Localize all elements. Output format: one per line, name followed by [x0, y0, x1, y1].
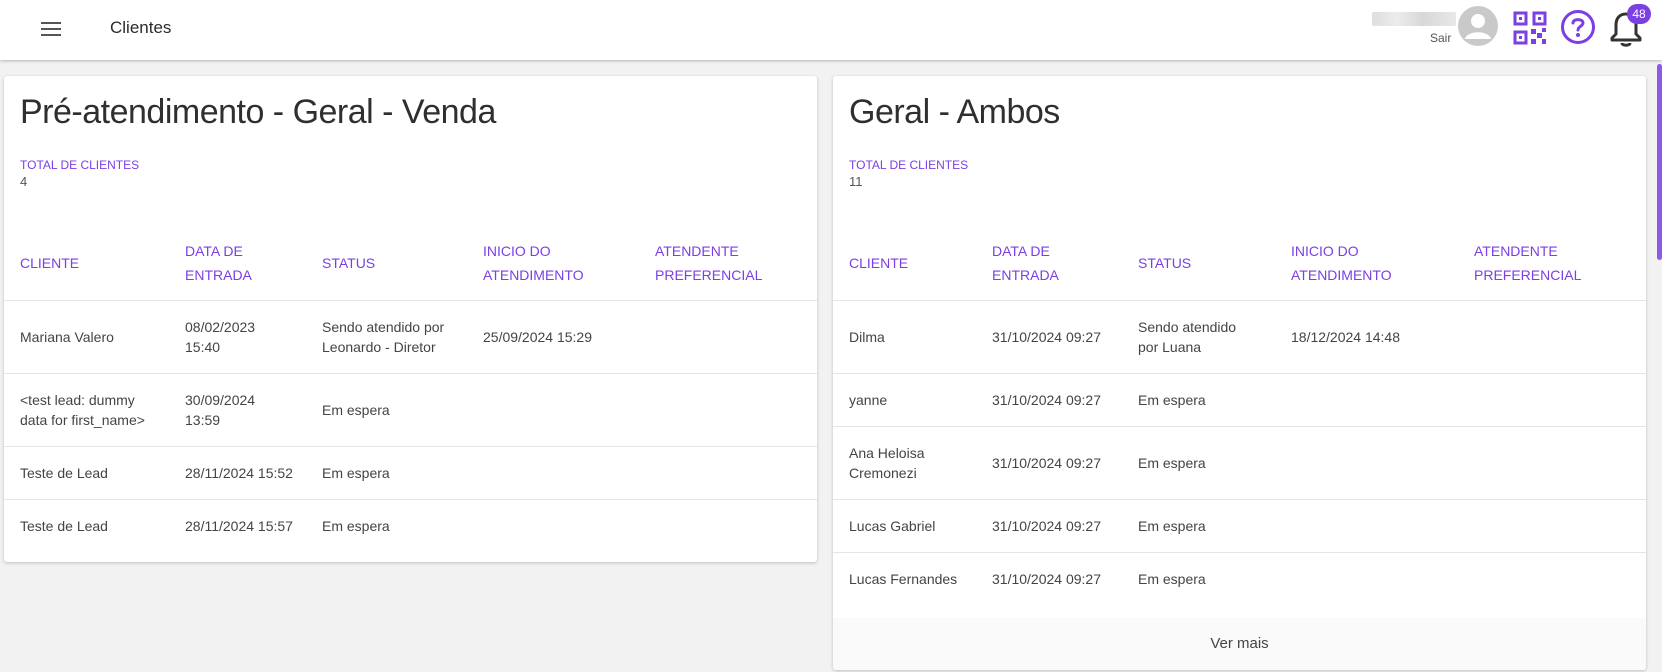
top-bar: Clientes Sair 48: [0, 0, 1662, 60]
cell-atendente: [1474, 373, 1646, 427]
cell-cliente: Ana Heloisa Cremonezi: [833, 426, 992, 500]
cell-text: 08/02/2023 15:40: [185, 318, 256, 355]
cell-atendente: [655, 499, 817, 552]
cell-atendente: [1474, 300, 1646, 374]
cell-data: 31/10/2024 09:27: [992, 570, 1101, 587]
cell-status: Em espera: [322, 517, 390, 534]
cell-status: Sendo atendido por Luana: [1138, 300, 1291, 374]
cell-inicio: [1291, 499, 1474, 553]
cell-inicio: [1291, 552, 1474, 605]
page-scrollbar[interactable]: [1657, 64, 1662, 260]
cell-inicio: [483, 373, 655, 447]
total-clients-value: 4: [20, 174, 28, 189]
see-more-button[interactable]: Ver mais: [833, 618, 1646, 670]
cell-text: <test lead: dummy data for first_name>: [20, 391, 145, 428]
table-row[interactable]: Dilma 31/10/2024 09:27 Sendo atendido po…: [833, 300, 1646, 374]
notification-badge: 48: [1627, 4, 1651, 24]
queue-title: Pré-atendimento - Geral - Venda: [20, 93, 496, 131]
avatar[interactable]: [1458, 6, 1498, 46]
column-header-atendente[interactable]: ATENDENTE PREFERENCIAL: [1474, 226, 1646, 301]
cell-inicio: 18/12/2024 14:48: [1291, 300, 1474, 374]
cell-inicio: [483, 499, 655, 552]
user-name-blurred: [1372, 12, 1456, 26]
cell-atendente: [1474, 552, 1646, 605]
column-header-data-entrada[interactable]: DATA DE ENTRADA: [992, 226, 1138, 301]
cell-cliente: Teste de Lead: [4, 446, 185, 500]
cell-atendente: [1474, 499, 1646, 553]
queue-card-right: Geral - Ambos TOTAL DE CLIENTES 11 CLIEN…: [833, 76, 1646, 670]
table-row[interactable]: Teste de Lead 28/11/2024 15:52 Em espera: [4, 446, 817, 500]
cell-cliente: <test lead: dummy data for first_name>: [4, 373, 185, 447]
cell-atendente: [1474, 426, 1646, 500]
column-header-label: INICIO DO ATENDIMENTO: [483, 242, 584, 283]
clients-table: CLIENTE DATA DE ENTRADA STATUS INICIO DO…: [833, 226, 1646, 605]
cell-data: 31/10/2024 09:27: [992, 300, 1138, 374]
column-header-status[interactable]: STATUS: [322, 226, 483, 301]
column-header-cliente[interactable]: CLIENTE: [833, 226, 992, 301]
cell-cliente: yanne: [833, 373, 992, 427]
column-header-data-entrada[interactable]: DATA DE ENTRADA: [185, 226, 322, 301]
cell-data: 31/10/2024 09:27: [992, 373, 1138, 427]
column-header-label: DATA DE ENTRADA: [992, 242, 1059, 283]
cell-text: Sendo atendido por Leonardo - Diretor: [322, 318, 445, 355]
page-title: Clientes: [110, 18, 172, 37]
cell-atendente: [655, 300, 817, 374]
column-header-inicio[interactable]: INICIO DO ATENDIMENTO: [483, 226, 655, 301]
cell-inicio: [1291, 426, 1474, 500]
cell-cliente: Teste de Lead: [20, 517, 108, 534]
table-row[interactable]: Lucas Gabriel 31/10/2024 09:27 Em espera: [833, 499, 1646, 553]
column-header-label: ATENDENTE PREFERENCIAL: [1474, 242, 1582, 283]
queue-card-left: Pré-atendimento - Geral - Venda TOTAL DE…: [4, 76, 817, 562]
table-row[interactable]: Mariana Valero 08/02/2023 15:40 Sendo at…: [4, 300, 817, 374]
cell-atendente: [655, 373, 817, 447]
queue-title: Geral - Ambos: [849, 93, 1060, 131]
cell-inicio: [1291, 373, 1474, 427]
column-header-label: ATENDENTE PREFERENCIAL: [655, 242, 763, 283]
cell-status: Sendo atendido por Leonardo - Diretor: [322, 300, 483, 374]
total-clients-label: TOTAL DE CLIENTES: [20, 158, 140, 172]
column-header-status[interactable]: STATUS: [1138, 226, 1291, 301]
table-row[interactable]: Ana Heloisa Cremonezi 31/10/2024 09:27 E…: [833, 426, 1646, 500]
cell-text: Ana Heloisa Cremonezi: [849, 444, 925, 481]
cell-data: 08/02/2023 15:40: [185, 300, 322, 374]
total-clients-label: TOTAL DE CLIENTES: [849, 158, 969, 172]
menu-icon[interactable]: [38, 18, 64, 42]
column-header-label: DATA DE ENTRADA: [185, 242, 252, 283]
table-row[interactable]: Lucas Fernandes 31/10/2024 09:27 Em espe…: [833, 552, 1646, 605]
cell-data: 28/11/2024 15:57: [185, 517, 293, 534]
column-header-cliente[interactable]: CLIENTE: [4, 226, 185, 301]
cell-cliente: Lucas Gabriel: [833, 499, 992, 553]
cell-data: 31/10/2024 09:27: [992, 426, 1138, 500]
cell-text: Sendo atendido por Luana: [1138, 318, 1237, 355]
clients-table: CLIENTE DATA DE ENTRADA STATUS INICIO DO…: [4, 226, 817, 552]
cell-cliente: Mariana Valero: [4, 300, 185, 374]
table-row[interactable]: yanne 31/10/2024 09:27 Em espera: [833, 373, 1646, 427]
cell-inicio: [483, 446, 655, 500]
cell-status: Em espera: [322, 446, 483, 500]
qr-code-icon[interactable]: [1513, 11, 1547, 45]
cell-inicio: 25/09/2024 15:29: [483, 300, 655, 374]
cell-status: Em espera: [322, 373, 483, 447]
cell-data: 30/09/2024 13:59: [185, 373, 322, 447]
total-clients-value: 11: [849, 174, 863, 189]
table-row[interactable]: Teste de Lead 28/11/2024 15:57 Em espera: [4, 499, 817, 552]
cell-status: Em espera: [1138, 570, 1206, 587]
cell-cliente: Lucas Fernandes: [849, 570, 958, 587]
cell-status: Em espera: [1138, 373, 1291, 427]
cell-data: 28/11/2024 15:52: [185, 446, 322, 500]
cell-data: 31/10/2024 09:27: [992, 499, 1138, 553]
cell-status: Em espera: [1138, 499, 1291, 553]
help-icon[interactable]: [1560, 9, 1596, 45]
cell-atendente: [655, 446, 817, 500]
cell-text: 30/09/2024 13:59: [185, 391, 256, 428]
cell-status: Em espera: [1138, 426, 1291, 500]
column-header-atendente[interactable]: ATENDENTE PREFERENCIAL: [655, 226, 817, 301]
column-header-inicio[interactable]: INICIO DO ATENDIMENTO: [1291, 226, 1474, 301]
table-row[interactable]: <test lead: dummy data for first_name> 3…: [4, 373, 817, 447]
column-header-label: INICIO DO ATENDIMENTO: [1291, 242, 1392, 283]
logout-link[interactable]: Sair: [1430, 31, 1451, 45]
avatar-icon: [1465, 14, 1491, 39]
cell-cliente: Dilma: [833, 300, 992, 374]
